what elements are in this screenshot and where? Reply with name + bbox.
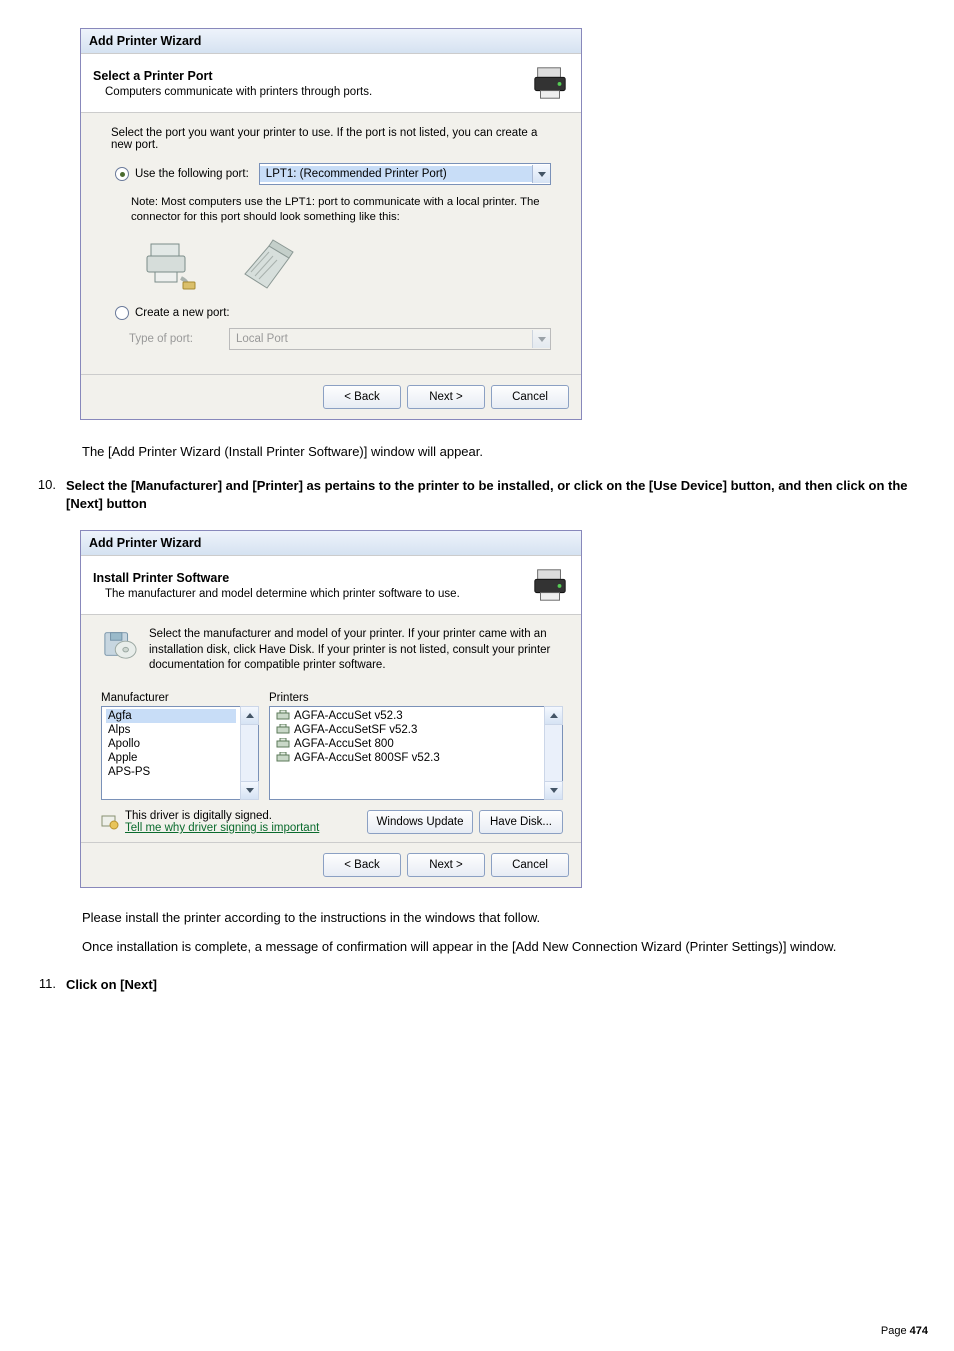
windows-update-button[interactable]: Windows Update bbox=[367, 810, 473, 834]
intro-text: Select the port you want your printer to… bbox=[111, 127, 551, 151]
scrollbar[interactable] bbox=[544, 707, 562, 799]
printers-listbox[interactable]: AGFA-AccuSet v52.3 AGFA-AccuSetSF v52.3 … bbox=[269, 706, 563, 800]
back-button[interactable]: < Back bbox=[323, 385, 401, 409]
scroll-up-icon[interactable] bbox=[240, 706, 259, 725]
dialog-select-port: Add Printer Wizard Select a Printer Port… bbox=[80, 28, 582, 420]
list-item[interactable]: AGFA-AccuSet 800 bbox=[274, 737, 540, 751]
list-item-label: AGFA-AccuSet v52.3 bbox=[294, 710, 403, 722]
list-item[interactable]: AGFA-AccuSetSF v52.3 bbox=[274, 723, 540, 737]
certificate-icon bbox=[101, 814, 119, 830]
manufacturer-listbox[interactable]: Agfa Alps Apollo Apple APS-PS bbox=[101, 706, 259, 800]
next-button[interactable]: Next > bbox=[407, 853, 485, 877]
port-type-dropdown: Local Port bbox=[229, 328, 551, 350]
scrollbar[interactable] bbox=[240, 707, 258, 799]
chevron-down-icon[interactable] bbox=[532, 165, 550, 183]
port-type-row: Type of port: Local Port bbox=[129, 328, 551, 350]
window-title: Add Printer Wizard bbox=[81, 29, 581, 54]
port-dropdown-value: LPT1: (Recommended Printer Port) bbox=[260, 166, 532, 182]
page-footer: Page 474 bbox=[881, 1325, 928, 1337]
step-11-text: Click on [Next] bbox=[66, 976, 924, 994]
list-item[interactable]: Alps bbox=[106, 723, 236, 737]
step-11: 11. Click on [Next] bbox=[30, 976, 924, 994]
header-title: Install Printer Software bbox=[93, 571, 531, 585]
step-num: 11. bbox=[30, 976, 56, 991]
use-port-row[interactable]: Use the following port: LPT1: (Recommend… bbox=[115, 163, 551, 185]
port-dropdown[interactable]: LPT1: (Recommended Printer Port) bbox=[259, 163, 551, 185]
lists-row: Manufacturer Agfa Alps Apollo Apple APS-… bbox=[101, 692, 563, 800]
page-label: Page bbox=[881, 1325, 907, 1337]
list-item[interactable]: AGFA-AccuSet 800SF v52.3 bbox=[274, 751, 540, 765]
step-10: 10. Select the [Manufacturer] and [Print… bbox=[30, 477, 924, 512]
cancel-button[interactable]: Cancel bbox=[491, 853, 569, 877]
scroll-down-icon[interactable] bbox=[544, 781, 563, 800]
dialog-header: Select a Printer Port Computers communic… bbox=[81, 54, 581, 113]
disk-icon bbox=[101, 627, 139, 661]
dialog-buttons: < Back Next > Cancel bbox=[81, 842, 581, 887]
create-port-row[interactable]: Create a new port: bbox=[115, 306, 551, 320]
list-item-label: AGFA-AccuSet 800SF v52.3 bbox=[294, 752, 440, 764]
signed-text: This driver is digitally signed. bbox=[125, 810, 319, 822]
back-button[interactable]: < Back bbox=[323, 853, 401, 877]
scroll-down-icon[interactable] bbox=[240, 781, 259, 800]
body-text-2a: Please install the printer according to … bbox=[82, 910, 924, 925]
create-port-label: Create a new port: bbox=[135, 307, 230, 319]
list-item-label: AGFA-AccuSet 800 bbox=[294, 738, 394, 750]
dialog-buttons: < Back Next > Cancel bbox=[81, 374, 581, 419]
printer-small-icon bbox=[276, 724, 290, 736]
chevron-down-icon bbox=[532, 330, 550, 348]
window-title: Add Printer Wizard bbox=[81, 531, 581, 556]
list-item[interactable]: Apple bbox=[106, 751, 236, 765]
step-10-text: Select the [Manufacturer] and [Printer] … bbox=[66, 477, 924, 512]
header-subtitle: The manufacturer and model determine whi… bbox=[105, 588, 531, 600]
port-type-value: Local Port bbox=[230, 331, 532, 347]
printer-small-icon bbox=[139, 238, 199, 290]
printers-label: Printers bbox=[269, 692, 563, 704]
have-disk-button[interactable]: Have Disk... bbox=[479, 810, 563, 834]
tell-me-link[interactable]: Tell me why driver signing is important bbox=[125, 822, 319, 834]
connector-diagram bbox=[139, 232, 551, 296]
header-subtitle: Computers communicate with printers thro… bbox=[105, 86, 531, 98]
list-item[interactable]: Apollo bbox=[106, 737, 236, 751]
dialog-header: Install Printer Software The manufacture… bbox=[81, 556, 581, 615]
printer-small-icon bbox=[276, 738, 290, 750]
radio-use-port[interactable] bbox=[115, 167, 129, 181]
printer-small-icon bbox=[276, 710, 290, 722]
body-text-2b: Once installation is complete, a message… bbox=[82, 939, 912, 954]
signed-row: This driver is digitally signed. Tell me… bbox=[101, 810, 563, 834]
note-text: Note: Most computers use the LPT1: port … bbox=[131, 195, 551, 224]
list-item[interactable]: APS-PS bbox=[106, 765, 236, 779]
connector-icon bbox=[227, 232, 307, 296]
instruction-row: Select the manufacturer and model of you… bbox=[101, 627, 563, 674]
list-item[interactable]: Agfa bbox=[106, 709, 236, 723]
list-item[interactable]: AGFA-AccuSet v52.3 bbox=[274, 709, 540, 723]
list-item-label: AGFA-AccuSetSF v52.3 bbox=[294, 724, 417, 736]
page-number: 474 bbox=[910, 1325, 928, 1337]
body-text-1: The [Add Printer Wizard (Install Printer… bbox=[82, 444, 924, 459]
printer-icon bbox=[531, 566, 569, 604]
type-of-port-label: Type of port: bbox=[129, 333, 219, 345]
scroll-up-icon[interactable] bbox=[544, 706, 563, 725]
printer-icon bbox=[531, 64, 569, 102]
use-port-label: Use the following port: bbox=[135, 168, 249, 180]
step-num: 10. bbox=[30, 477, 56, 492]
manufacturer-label: Manufacturer bbox=[101, 692, 259, 704]
cancel-button[interactable]: Cancel bbox=[491, 385, 569, 409]
instruction-text: Select the manufacturer and model of you… bbox=[149, 627, 563, 674]
radio-create-port[interactable] bbox=[115, 306, 129, 320]
next-button[interactable]: Next > bbox=[407, 385, 485, 409]
dialog-install-software: Add Printer Wizard Install Printer Softw… bbox=[80, 530, 582, 888]
printer-small-icon bbox=[276, 752, 290, 764]
header-title: Select a Printer Port bbox=[93, 69, 531, 83]
